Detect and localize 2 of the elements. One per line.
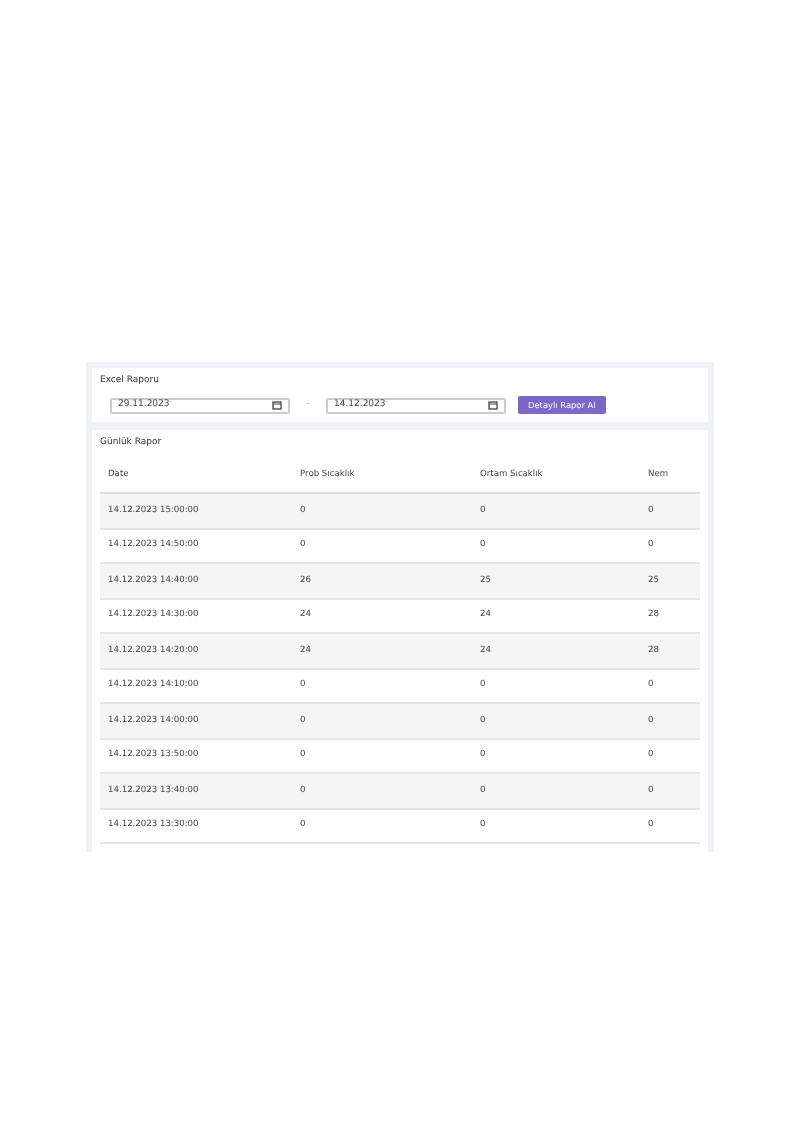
calendar-icon (488, 400, 498, 410)
calendar-icon (272, 400, 282, 410)
